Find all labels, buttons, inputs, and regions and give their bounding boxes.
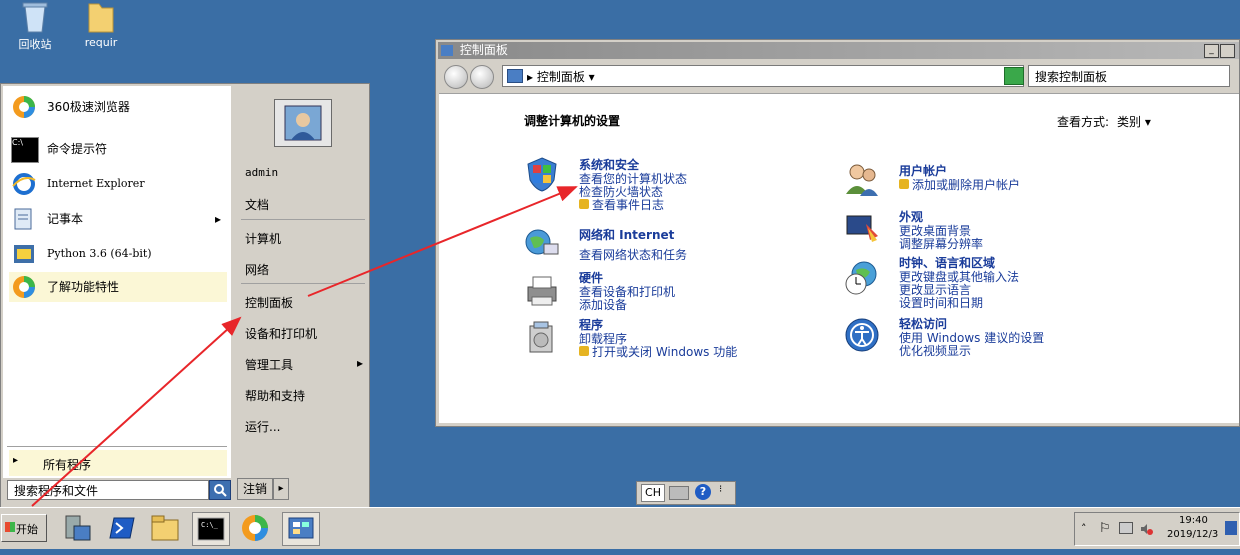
taskbar: 开始 C:\_ ˄ ⚐ 19:40 2019/12/3 — [0, 507, 1240, 549]
start-label: 开始 — [16, 523, 38, 536]
svg-text:C:\_: C:\_ — [201, 521, 219, 529]
clock-date[interactable]: 2019/12/3 — [1167, 529, 1218, 540]
show-desktop-button[interactable] — [1225, 521, 1237, 535]
windows-logo-icon — [5, 522, 15, 532]
command-prompt-task-button[interactable]: C:\_ — [192, 512, 230, 546]
network-icon[interactable] — [1119, 522, 1133, 534]
show-hidden-icons-button[interactable]: ˄ — [1081, 522, 1087, 535]
powershell-icon[interactable] — [104, 512, 138, 544]
browser-360-icon[interactable] — [238, 512, 272, 544]
explorer-icon[interactable] — [148, 512, 182, 544]
clock-time[interactable]: 19:40 — [1179, 515, 1208, 526]
annotation-arrows — [31, 186, 578, 507]
volume-muted-icon[interactable] — [1139, 522, 1153, 535]
system-tray: ˄ ⚐ 19:40 2019/12/3 — [1074, 512, 1240, 546]
server-manager-icon[interactable] — [60, 512, 94, 544]
start-button[interactable]: 开始 — [1, 514, 47, 542]
control-panel-task-button[interactable] — [282, 512, 320, 546]
action-center-flag-icon[interactable]: ⚐ — [1099, 521, 1111, 536]
